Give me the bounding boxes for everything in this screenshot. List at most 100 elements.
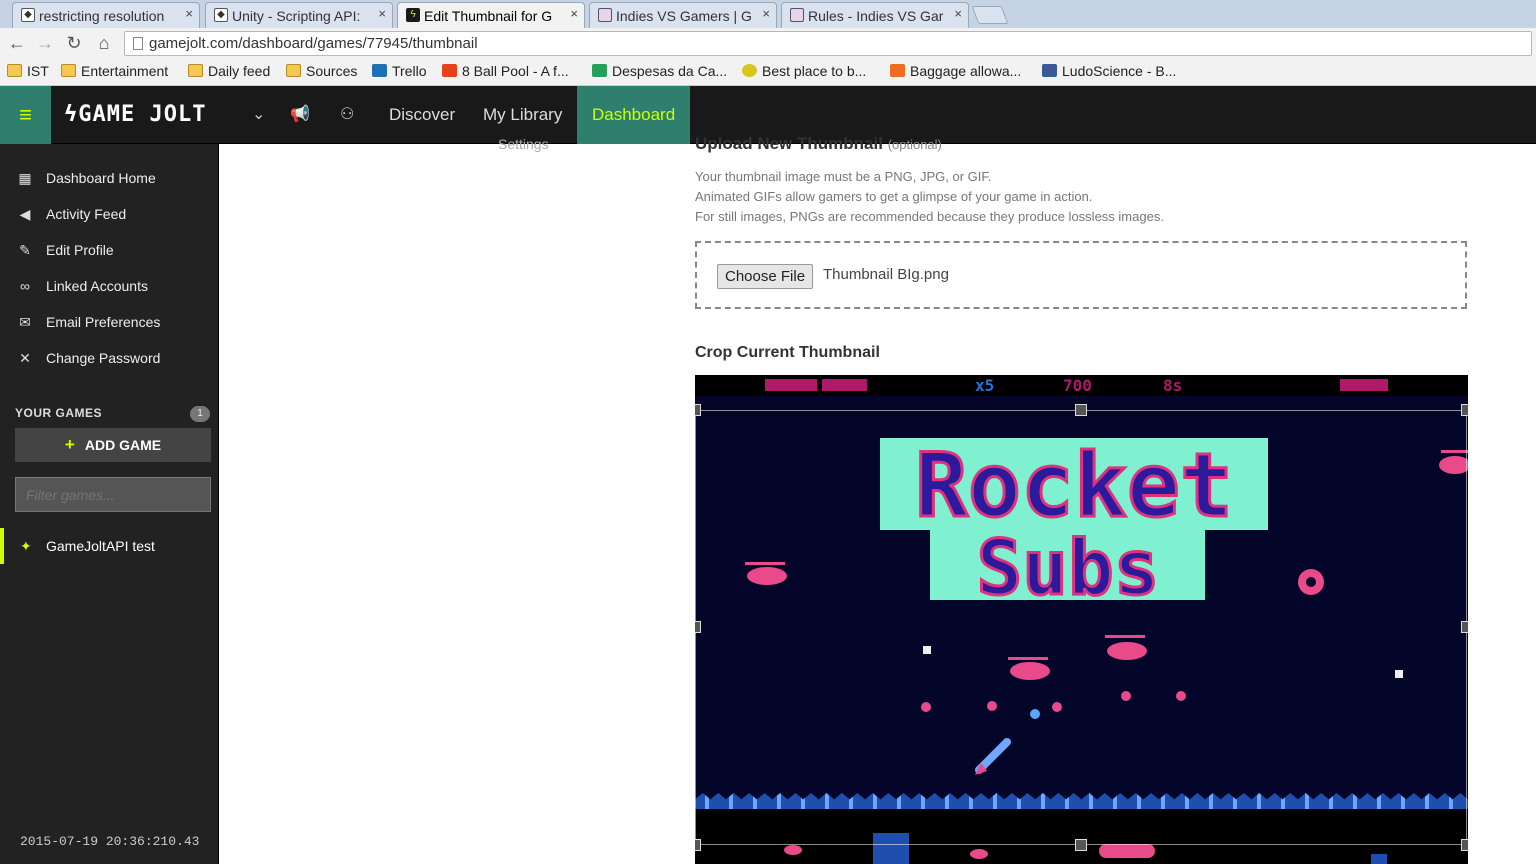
crop-handle-top[interactable] <box>1075 404 1087 416</box>
file-dropzone[interactable]: Choose File Thumbnail BIg.png <box>695 241 1467 309</box>
thumbnail-crop-image[interactable]: x5 700 8s Rocket Subs <box>695 375 1468 864</box>
bookmark-link[interactable]: Baggage allowa... <box>890 62 1021 80</box>
help-text: Animated GIFs allow gamers to get a glim… <box>695 189 1093 204</box>
bookmark-link[interactable]: Despesas da Ca... <box>592 62 727 80</box>
help-text: Your thumbnail image must be a PNG, JPG,… <box>695 169 992 184</box>
tab-title: restricting resolution <box>39 7 165 24</box>
choose-file-button[interactable]: Choose File <box>717 264 814 289</box>
close-icon[interactable]: × <box>762 6 770 21</box>
add-game-button[interactable]: + ADD GAME <box>15 428 211 462</box>
browser-tab-active[interactable]: ϟ Edit Thumbnail for G × <box>397 2 585 29</box>
game-label: GameJoltAPI test <box>46 538 155 554</box>
sidebar-item-label: Linked Accounts <box>46 278 148 294</box>
page-icon <box>790 8 804 22</box>
crop-handle-right[interactable] <box>1461 621 1468 633</box>
upload-section-title: Upload New Thumbnail (optional) <box>695 134 942 154</box>
megaphone-icon[interactable]: 📢 <box>290 104 310 126</box>
unity-icon: ◆ <box>214 8 228 22</box>
hierarchy-icon[interactable]: ⚇ <box>340 104 354 126</box>
tab-title: Indies VS Gamers | G <box>616 7 752 24</box>
browser-tab[interactable]: ◆ restricting resolution × <box>12 2 200 28</box>
page-icon <box>133 37 143 50</box>
bookmark-folder[interactable]: Sources <box>286 62 357 80</box>
wrench-icon: ✕ <box>19 350 31 366</box>
youtube-icon <box>442 64 457 77</box>
facebook-icon <box>1042 64 1057 77</box>
timestamp-overlay: 2015-07-19 20:36:210.43 <box>20 834 200 849</box>
sidebar-item-dashboard-home[interactable]: ▦ Dashboard Home <box>0 160 219 196</box>
sidebar-item-change-password[interactable]: ✕ Change Password <box>0 340 219 376</box>
close-icon[interactable]: × <box>570 6 578 21</box>
bookmark-label: Sources <box>306 63 358 79</box>
nav-dashboard[interactable]: Dashboard <box>577 86 691 144</box>
nav-discover[interactable]: Discover <box>389 86 455 144</box>
settings-label: Settings <box>498 136 549 152</box>
browser-tab[interactable]: Indies VS Gamers | G × <box>589 2 777 28</box>
sidebar-item-linked-accounts[interactable]: ∞ Linked Accounts <box>0 268 219 304</box>
crop-handle-top-right[interactable] <box>1461 404 1468 416</box>
help-text: For still images, PNGs are recommended b… <box>695 209 1164 224</box>
crop-handle-bottom-left[interactable] <box>695 839 701 851</box>
gamejolt-icon: ϟ <box>406 8 420 22</box>
bookmark-link[interactable]: Trello <box>372 62 427 80</box>
bookmark-label: LudoScience - B... <box>1062 63 1177 79</box>
selected-file-name: Thumbnail BIg.png <box>823 266 949 283</box>
sidebar-item-label: Activity Feed <box>46 206 127 222</box>
your-games-heading: YOUR GAMES <box>15 406 103 420</box>
crop-handle-left[interactable] <box>695 621 701 633</box>
browser-tab-strip: ◆ restricting resolution × ◆ Unity - Scr… <box>0 0 1536 29</box>
address-bar[interactable]: gamejolt.com/dashboard/games/77945/thumb… <box>124 31 1532 56</box>
sidebar-item-label: Dashboard Home <box>46 170 156 186</box>
bookmark-label: Daily feed <box>208 63 271 79</box>
bookmark-label: 8 Ball Pool - A f... <box>462 63 569 79</box>
folder-icon <box>286 64 301 77</box>
sidebar-game-item[interactable]: ✦ GameJoltAPI test <box>0 528 219 564</box>
browser-tab[interactable]: ◆ Unity - Scripting API: × <box>205 2 393 28</box>
sidebar-item-email-preferences[interactable]: ✉ Email Preferences <box>0 304 219 340</box>
crop-handle-bottom-right[interactable] <box>1461 839 1468 851</box>
envelope-icon: ✉ <box>19 314 31 330</box>
site-logo[interactable]: ϟGAME JOLT <box>64 103 206 127</box>
folder-icon <box>7 64 22 77</box>
crop-handle-bottom[interactable] <box>1075 839 1087 851</box>
bookmarks-bar: IST Entertainment Daily feed Sources Tre… <box>0 58 1536 86</box>
bookmark-link[interactable]: Best place to b... <box>742 62 866 80</box>
forward-icon[interactable]: → <box>34 33 56 53</box>
pencil-icon: ✎ <box>19 242 31 258</box>
sidebar-item-edit-profile[interactable]: ✎ Edit Profile <box>0 232 219 268</box>
crop-selection-box[interactable] <box>695 410 1467 845</box>
new-tab-button[interactable] <box>971 6 1009 24</box>
sheets-icon <box>592 64 607 77</box>
bookmark-folder[interactable]: Daily feed <box>188 62 270 80</box>
optional-label: (optional) <box>887 137 942 152</box>
menu-icon[interactable]: ≡ <box>0 86 51 144</box>
chevron-down-icon[interactable]: ⌄ <box>252 104 265 126</box>
crop-handle-top-left[interactable] <box>695 404 701 416</box>
close-icon[interactable]: × <box>954 6 962 21</box>
logo-text: GAME JOLT <box>78 102 207 127</box>
megaphone-icon: ◀ <box>19 206 31 222</box>
page-icon <box>598 8 612 22</box>
reload-icon[interactable]: ↻ <box>63 33 85 53</box>
browser-tab[interactable]: Rules - Indies VS Gar × <box>781 2 969 28</box>
sidebar-item-activity-feed[interactable]: ◀ Activity Feed <box>0 196 219 232</box>
bookmark-link[interactable]: 8 Ball Pool - A f... <box>442 62 569 80</box>
tab-title: Edit Thumbnail for G <box>424 8 553 24</box>
bookmark-link[interactable]: LudoScience - B... <box>1042 62 1176 80</box>
folder-icon <box>61 64 76 77</box>
sidebar-item-label: Email Preferences <box>46 314 161 330</box>
filter-games-input[interactable] <box>15 477 211 512</box>
tab-title: Rules - Indies VS Gar <box>808 7 944 24</box>
url-text: gamejolt.com/dashboard/games/77945/thumb… <box>149 35 478 52</box>
bookmark-folder[interactable]: IST <box>7 62 49 80</box>
close-icon[interactable]: × <box>378 6 386 21</box>
link-icon: ∞ <box>20 278 30 294</box>
home-icon[interactable]: ⌂ <box>93 33 115 53</box>
bookmark-folder[interactable]: Entertainment <box>61 62 168 80</box>
back-icon[interactable]: ← <box>6 33 28 53</box>
crop-section-title: Crop Current Thumbnail <box>695 344 880 361</box>
bookmark-label: Entertainment <box>81 63 169 79</box>
bookmark-label: Despesas da Ca... <box>612 63 728 79</box>
sidebar: ▦ Dashboard Home ◀ Activity Feed ✎ Edit Pro… <box>0 144 219 864</box>
close-icon[interactable]: × <box>185 6 193 21</box>
